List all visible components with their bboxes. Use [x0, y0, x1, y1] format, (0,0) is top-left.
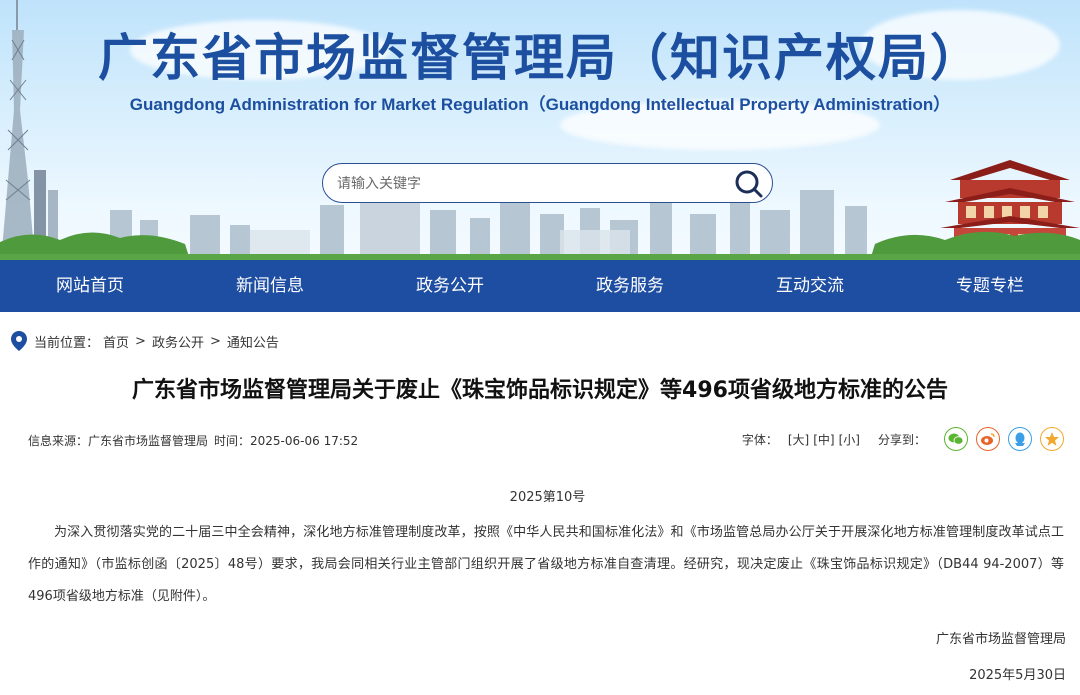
search-input[interactable]: [337, 173, 717, 195]
site-title-english: Guangdong Administration for Market Regu…: [129, 95, 951, 114]
main-nav: 网站首页 新闻信息 政务公开 政务服务 互动交流 专题专栏: [0, 260, 1080, 312]
wechat-icon[interactable]: [944, 427, 968, 451]
article-source: 信息来源：广东省市场监督管理局: [28, 434, 209, 448]
article-tools: 字体： [大] [中] [小] 分享到：: [742, 426, 1064, 452]
location-pin-icon: [11, 331, 27, 351]
nav-item-news[interactable]: 新闻信息: [180, 260, 360, 312]
document-number: 2025第10号: [509, 490, 586, 505]
trees-illustration: [0, 231, 1080, 260]
breadcrumb: 当前位置： 首页 > 政务公开 > 通知公告: [10, 330, 279, 352]
weibo-icon[interactable]: [976, 427, 1000, 451]
font-size-large[interactable]: [大]: [788, 431, 809, 448]
article-body: 为深入贯彻落实党的二十届三中全会精神，深化地方标准管理制度改革，按照《中华人民共…: [28, 525, 1064, 604]
qq-icon[interactable]: [1008, 427, 1032, 451]
font-size-label: 字体：: [741, 432, 778, 447]
article-signature: 广东省市场监督管理局: [935, 632, 1066, 647]
nav-item-government-services[interactable]: 政务服务: [540, 260, 720, 312]
site-title: 广东省市场监督管理局（知识产权局）: [98, 29, 982, 87]
search-icon[interactable]: [734, 169, 764, 199]
qzone-icon[interactable]: [1040, 427, 1064, 451]
breadcrumb-separator: >: [135, 333, 146, 349]
font-size-medium[interactable]: [中]: [813, 431, 834, 448]
search-box: [322, 163, 773, 203]
share-label: 分享到：: [877, 432, 926, 447]
breadcrumb-separator: >: [209, 333, 221, 349]
header-banner: 广东省市场监督管理局（知识产权局） Guangdong Administrati…: [0, 0, 1080, 260]
article-meta: 信息来源：广东省市场监督管理局 时间：2025-06-06 17:52: [28, 432, 364, 449]
nav-item-government-affairs[interactable]: 政务公开: [360, 260, 540, 312]
breadcrumb-government-affairs[interactable]: 政务公开: [152, 332, 204, 351]
breadcrumb-notices[interactable]: 通知公告: [227, 332, 279, 351]
nav-item-home[interactable]: 网站首页: [0, 260, 180, 312]
article-time: 时间：2025-06-06 17:52: [214, 434, 359, 448]
nav-item-special-topics[interactable]: 专题专栏: [900, 260, 1080, 312]
article-title: 广东省市场监督管理局关于废止《珠宝饰品标识规定》等496项省级地方标准的公告: [132, 378, 948, 403]
article-date: 2025年5月30日: [969, 668, 1066, 683]
breadcrumb-label: 当前位置：: [34, 335, 100, 351]
nav-item-interaction[interactable]: 互动交流: [720, 260, 900, 312]
font-size-small[interactable]: [小]: [839, 431, 860, 448]
breadcrumb-home[interactable]: 首页: [103, 332, 129, 351]
